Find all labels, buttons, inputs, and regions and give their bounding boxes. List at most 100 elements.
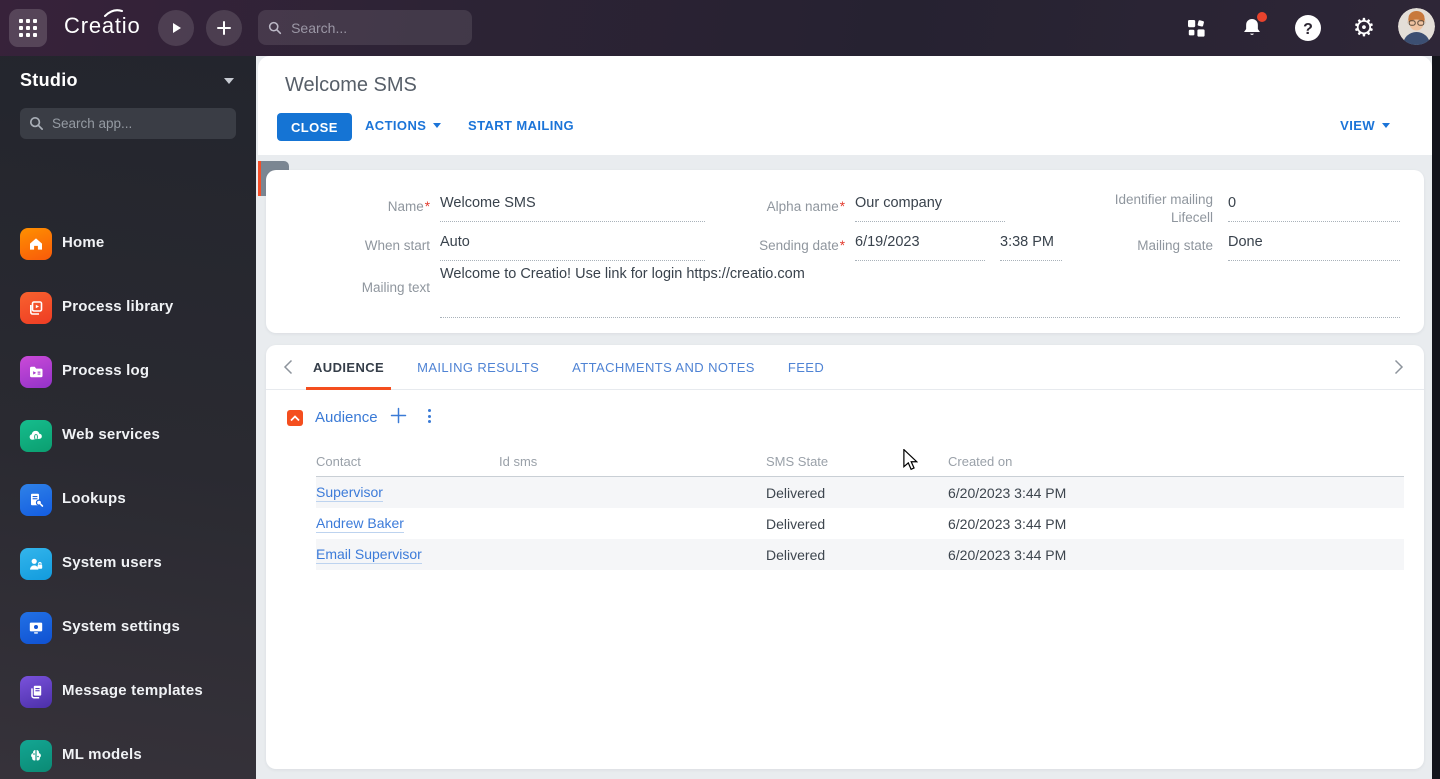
workspace-name: Studio xyxy=(20,70,78,90)
created-on-cell: 6/20/2023 3:44 PM xyxy=(948,484,1067,501)
audience-collapse-button[interactable] xyxy=(287,410,303,426)
identifier-field-label-line2: Lifecell xyxy=(1170,210,1213,225)
tab-attachments-and-notes[interactable]: ATTACHMENTS AND NOTES xyxy=(572,345,755,390)
page-title: Welcome SMS xyxy=(285,74,417,96)
tab-bar: AUDIENCE MAILING RESULTS ATTACHMENTS AND… xyxy=(266,345,1424,390)
column-header-id-sms[interactable]: Id sms xyxy=(499,454,766,469)
help-button[interactable]: ? xyxy=(1288,0,1328,56)
chevron-up-icon xyxy=(290,414,300,421)
contact-link[interactable]: Email Supervisor xyxy=(316,546,422,564)
top-bar: Creatio Search... ? ⚙ xyxy=(0,0,1440,56)
start-mailing-label: START MAILING xyxy=(468,118,575,133)
workspace-selector[interactable]: Studio xyxy=(0,66,256,98)
name-field-label: Name* xyxy=(387,199,430,214)
view-button-label: VIEW xyxy=(1340,118,1375,133)
when-start-field-label: When start xyxy=(364,238,430,253)
actions-button-label: ACTIONS xyxy=(365,118,427,133)
notifications-button[interactable] xyxy=(1232,0,1272,56)
start-mailing-button[interactable]: START MAILING xyxy=(468,118,574,133)
add-new-button[interactable] xyxy=(206,10,242,46)
required-marker: * xyxy=(839,238,845,253)
sidebar-item-label: System settings xyxy=(62,618,181,635)
process-tiles-button[interactable] xyxy=(1176,0,1216,56)
tab-mailing-results[interactable]: MAILING RESULTS xyxy=(417,345,539,390)
app-search-box[interactable] xyxy=(20,108,236,139)
contact-link[interactable]: Andrew Baker xyxy=(316,515,404,533)
user-avatar[interactable] xyxy=(1398,8,1435,45)
add-audience-button[interactable] xyxy=(390,407,407,424)
audience-menu-button[interactable] xyxy=(422,407,436,425)
search-icon xyxy=(29,116,43,130)
message-templates-icon xyxy=(20,676,52,708)
sidebar-item-label: Process library xyxy=(62,298,174,315)
sidebar: Studio Home Process lib xyxy=(0,56,256,779)
table-row[interactable]: Supervisor Delivered 6/20/2023 3:44 PM xyxy=(316,477,1404,508)
created-on-cell: 6/20/2023 3:44 PM xyxy=(948,515,1067,532)
record-header-card: Welcome SMS CLOSE ACTIONS START MAILING … xyxy=(258,56,1432,155)
column-header-sms-state[interactable]: SMS State xyxy=(766,454,948,469)
home-icon xyxy=(20,228,52,260)
mailing-state-field-label: Mailing state xyxy=(1137,238,1213,253)
process-library-icon xyxy=(20,292,52,324)
contact-link[interactable]: Supervisor xyxy=(316,484,383,502)
audience-section-title[interactable]: Audience xyxy=(315,409,378,426)
sidebar-item-label: ML models xyxy=(62,746,142,763)
tab-audience[interactable]: AUDIENCE xyxy=(305,345,392,390)
main-content: Welcome SMS CLOSE ACTIONS START MAILING … xyxy=(256,56,1432,779)
sidebar-item-ml-models[interactable]: ML models xyxy=(0,724,256,779)
sms-state-cell: Delivered xyxy=(766,515,826,532)
sms-state-cell: Delivered xyxy=(766,484,826,501)
app-launcher-grid-icon xyxy=(19,19,37,37)
tiles-icon xyxy=(1187,19,1205,37)
sending-date-date-value[interactable]: 6/19/2023 xyxy=(855,234,985,261)
sending-date-field-label: Sending date* xyxy=(759,238,845,253)
chevron-down-icon xyxy=(1382,123,1390,128)
created-on-cell: 6/20/2023 3:44 PM xyxy=(948,546,1067,563)
web-services-icon: () xyxy=(20,420,52,452)
view-button[interactable]: VIEW xyxy=(1340,118,1390,133)
tab-feed[interactable]: FEED xyxy=(788,345,824,390)
sidebar-item-process-log[interactable]: Process log xyxy=(0,340,256,404)
global-search-box[interactable] xyxy=(258,10,472,45)
tab-strip: AUDIENCE MAILING RESULTS ATTACHMENTS AND… xyxy=(305,345,824,390)
settings-button[interactable]: ⚙ xyxy=(1344,0,1384,56)
tabs-scroll-right-icon[interactable] xyxy=(1394,359,1404,375)
mailing-text-field-value[interactable]: Welcome to Creatio! Use link for login h… xyxy=(440,266,1400,318)
sidebar-item-system-settings[interactable]: System settings xyxy=(0,596,256,660)
actions-button[interactable]: ACTIONS xyxy=(365,118,442,133)
sidebar-item-message-templates[interactable]: Message templates xyxy=(0,660,256,724)
sidebar-item-lookups[interactable]: Lookups xyxy=(0,468,256,532)
mailing-state-field-value[interactable]: Done xyxy=(1228,234,1400,261)
alpha-name-field-label: Alpha name* xyxy=(766,199,845,214)
sidebar-item-web-services[interactable]: () Web services xyxy=(0,404,256,468)
sidebar-item-system-users[interactable]: System users xyxy=(0,532,256,596)
svg-text:(): () xyxy=(34,433,38,440)
sidebar-item-home[interactable]: Home xyxy=(0,212,256,276)
audience-table-header: Contact Id sms SMS State Created on xyxy=(316,447,1404,477)
process-log-icon xyxy=(20,356,52,388)
sidebar-item-label: Message templates xyxy=(62,682,203,699)
identifier-field-label-line1: Identifier mailing xyxy=(1114,192,1213,207)
table-row[interactable]: Andrew Baker Delivered 6/20/2023 3:44 PM xyxy=(316,508,1404,539)
detail-tabs-card: AUDIENCE MAILING RESULTS ATTACHMENTS AND… xyxy=(266,345,1424,769)
alpha-name-field-value[interactable]: Our company xyxy=(855,195,1005,222)
avatar-photo xyxy=(1398,8,1435,45)
close-button[interactable]: CLOSE xyxy=(277,113,352,141)
required-marker: * xyxy=(839,199,845,214)
app-launcher-button[interactable] xyxy=(9,9,47,47)
column-header-created-on[interactable]: Created on xyxy=(948,454,1404,469)
app-search-input[interactable] xyxy=(52,116,227,131)
lookups-icon xyxy=(20,484,52,516)
ml-models-icon xyxy=(20,740,52,772)
sidebar-item-label: Home xyxy=(62,234,105,251)
column-header-contact[interactable]: Contact xyxy=(316,454,499,469)
run-process-button[interactable] xyxy=(158,10,194,46)
search-icon xyxy=(268,21,282,34)
tabs-scroll-left-icon[interactable] xyxy=(283,359,293,375)
sidebar-item-process-library[interactable]: Process library xyxy=(0,276,256,340)
table-row[interactable]: Email Supervisor Delivered 6/20/2023 3:4… xyxy=(316,539,1404,570)
svg-text:?: ? xyxy=(1303,21,1313,38)
global-search-input[interactable] xyxy=(291,19,462,36)
mailing-text-field-label: Mailing text xyxy=(361,280,430,295)
identifier-field-value[interactable]: 0 xyxy=(1228,195,1400,222)
